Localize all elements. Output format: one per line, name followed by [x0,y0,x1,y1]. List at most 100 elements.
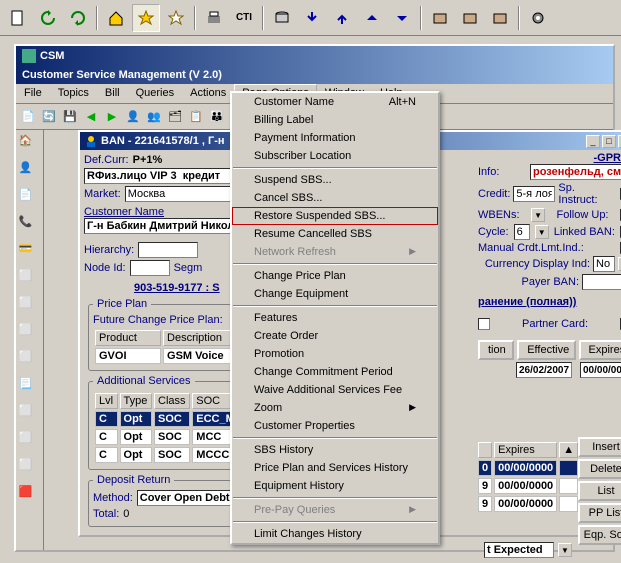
tb-db-icon[interactable] [268,4,296,32]
ld-blank-icon[interactable]: ⬜ [18,403,42,427]
ld-opt1-icon[interactable]: ⬜ [18,268,42,292]
tb-doc-icon[interactable] [4,4,32,32]
wt-people-icon[interactable]: 👪 [207,107,227,127]
menu-item-sbs-history[interactable]: SBS History [232,441,438,459]
deposit-legend: Deposit Return [93,474,174,486]
menu-item-change-equipment[interactable]: Change Equipment [232,285,438,303]
minimize-button[interactable]: _ [586,135,600,148]
ld-opt4-icon[interactable]: ⬜ [18,349,42,373]
expires-row[interactable]: 900/00/0000 [478,496,578,512]
acct-type-field[interactable] [84,168,239,184]
expected-field[interactable] [484,542,554,558]
ld-doc-icon[interactable]: 📄 [18,187,42,211]
effective-value[interactable] [516,362,572,378]
ld-user-icon[interactable]: 👤 [18,160,42,184]
tb-print-icon[interactable] [200,4,228,32]
menu-item-change-commitment-period[interactable]: Change Commitment Period [232,363,438,381]
menu-item-customer-properties[interactable]: Customer Properties [232,417,438,435]
info-field[interactable] [530,164,621,180]
menu-item-cancel-sbs-[interactable]: Cancel SBS... [232,189,438,207]
wt-doc-icon[interactable]: 📄 [18,107,38,127]
ld-card-icon[interactable]: 💳 [18,241,42,265]
node-id-field[interactable] [130,260,170,276]
menu-item-customer-name[interactable]: Customer NameAlt+N [232,93,438,111]
menu-item-billing-label[interactable]: Billing Label [232,111,438,129]
menu-item-waive-additional-services-fee[interactable]: Waive Additional Services Fee [232,381,438,399]
tb-gear-icon[interactable] [524,4,552,32]
ld-red-icon[interactable]: 🟥 [18,484,42,508]
svc-col-lvl: Lvl [95,393,118,409]
tb-star-icon[interactable] [162,4,190,32]
tb-down-icon[interactable] [388,4,416,32]
market-field[interactable] [125,186,235,202]
payer-ban-field[interactable] [582,274,621,290]
menu-item-promotion[interactable]: Promotion [232,345,438,363]
svc-col-type: Type [120,393,153,409]
menu-item-equipment-history[interactable]: Equipment History [232,477,438,495]
ld-home-icon[interactable]: 🏠 [18,133,42,157]
ld-phone-icon[interactable]: 📞 [18,214,42,238]
menu-file[interactable]: File [16,84,50,103]
menu-item-create-order[interactable]: Create Order [232,327,438,345]
cycle-field[interactable] [514,224,530,240]
partner-checkbox-left[interactable] [478,318,490,330]
expires-row[interactable]: 000/00/0000 [478,460,578,476]
maximize-button[interactable]: □ [602,135,616,148]
tb-import-icon[interactable] [298,4,326,32]
expires-value[interactable] [580,362,621,378]
menu-topics[interactable]: Topics [50,84,97,103]
pp-list-button[interactable]: PP List [578,503,621,523]
wt-user1-icon[interactable]: 👤 [123,107,143,127]
side-buttons: Insert Delete List PP List Eqp. Soc [578,437,621,547]
menu-item-subscriber-location[interactable]: Subscriber Location [232,147,438,165]
credit-field[interactable] [513,186,555,202]
wt-list-icon[interactable]: 📋 [186,107,206,127]
tb-box1-icon[interactable] [426,4,454,32]
wt-refresh-icon[interactable]: 🔄 [39,107,59,127]
ld-opt2-icon[interactable]: ⬜ [18,295,42,319]
menu-bill[interactable]: Bill [97,84,128,103]
eqp-soc-button[interactable]: Eqp. Soc [578,525,621,545]
wt-cards-icon[interactable]: 🗂 [165,107,185,127]
ld-opt5-icon[interactable]: ⬜ [18,430,42,454]
wt-fwd-icon[interactable]: ▶ [102,107,122,127]
menu-item-zoom[interactable]: Zoom▶ [232,399,438,417]
customer-name-field[interactable] [84,218,249,234]
cycle-dropdown[interactable]: ▼ [535,225,549,239]
ld-doc2-icon[interactable]: 📃 [18,376,42,400]
list-button[interactable]: List [578,481,621,501]
menu-separator [233,305,437,307]
menu-item-restore-suspended-sbs-[interactable]: Restore Suspended SBS... [232,207,438,225]
menu-item-suspend-sbs-[interactable]: Suspend SBS... [232,171,438,189]
delete-button[interactable]: Delete [578,459,621,479]
tb-export-icon[interactable] [328,4,356,32]
tb-cti-icon[interactable]: CTI [230,4,258,32]
menu-item-resume-cancelled-sbs[interactable]: Resume Cancelled SBS [232,225,438,243]
tb-refresh-icon[interactable] [34,4,62,32]
insert-button[interactable]: Insert [578,437,621,457]
tb-up-icon[interactable] [358,4,386,32]
wt-save-icon[interactable]: 💾 [60,107,80,127]
wt-user2-icon[interactable]: 👥 [144,107,164,127]
expires-header: Expires [579,340,621,360]
expires-row[interactable]: 900/00/0000 [478,478,578,494]
tb-home-icon[interactable] [102,4,130,32]
currency-disp-field[interactable] [593,256,615,272]
menu-item-limit-changes-history[interactable]: Limit Changes History [232,525,438,543]
menu-item-payment-information[interactable]: Payment Information [232,129,438,147]
tb-box3-icon[interactable] [486,4,514,32]
expected-dropdown[interactable]: ▼ [558,543,572,557]
wbens-dropdown[interactable]: ▼ [531,208,545,222]
ld-opt3-icon[interactable]: ⬜ [18,322,42,346]
tb-favorite-icon[interactable] [132,4,160,32]
hierarchy-field[interactable] [138,242,198,258]
menu-actions[interactable]: Actions [182,84,234,103]
menu-queries[interactable]: Queries [128,84,183,103]
menu-item-price-plan-and-services-history[interactable]: Price Plan and Services History [232,459,438,477]
wt-back-icon[interactable]: ◀ [81,107,101,127]
menu-item-features[interactable]: Features [232,309,438,327]
menu-item-change-price-plan[interactable]: Change Price Plan [232,267,438,285]
tb-box2-icon[interactable] [456,4,484,32]
ld-opt6-icon[interactable]: ⬜ [18,457,42,481]
tb-refresh2-icon[interactable] [64,4,92,32]
